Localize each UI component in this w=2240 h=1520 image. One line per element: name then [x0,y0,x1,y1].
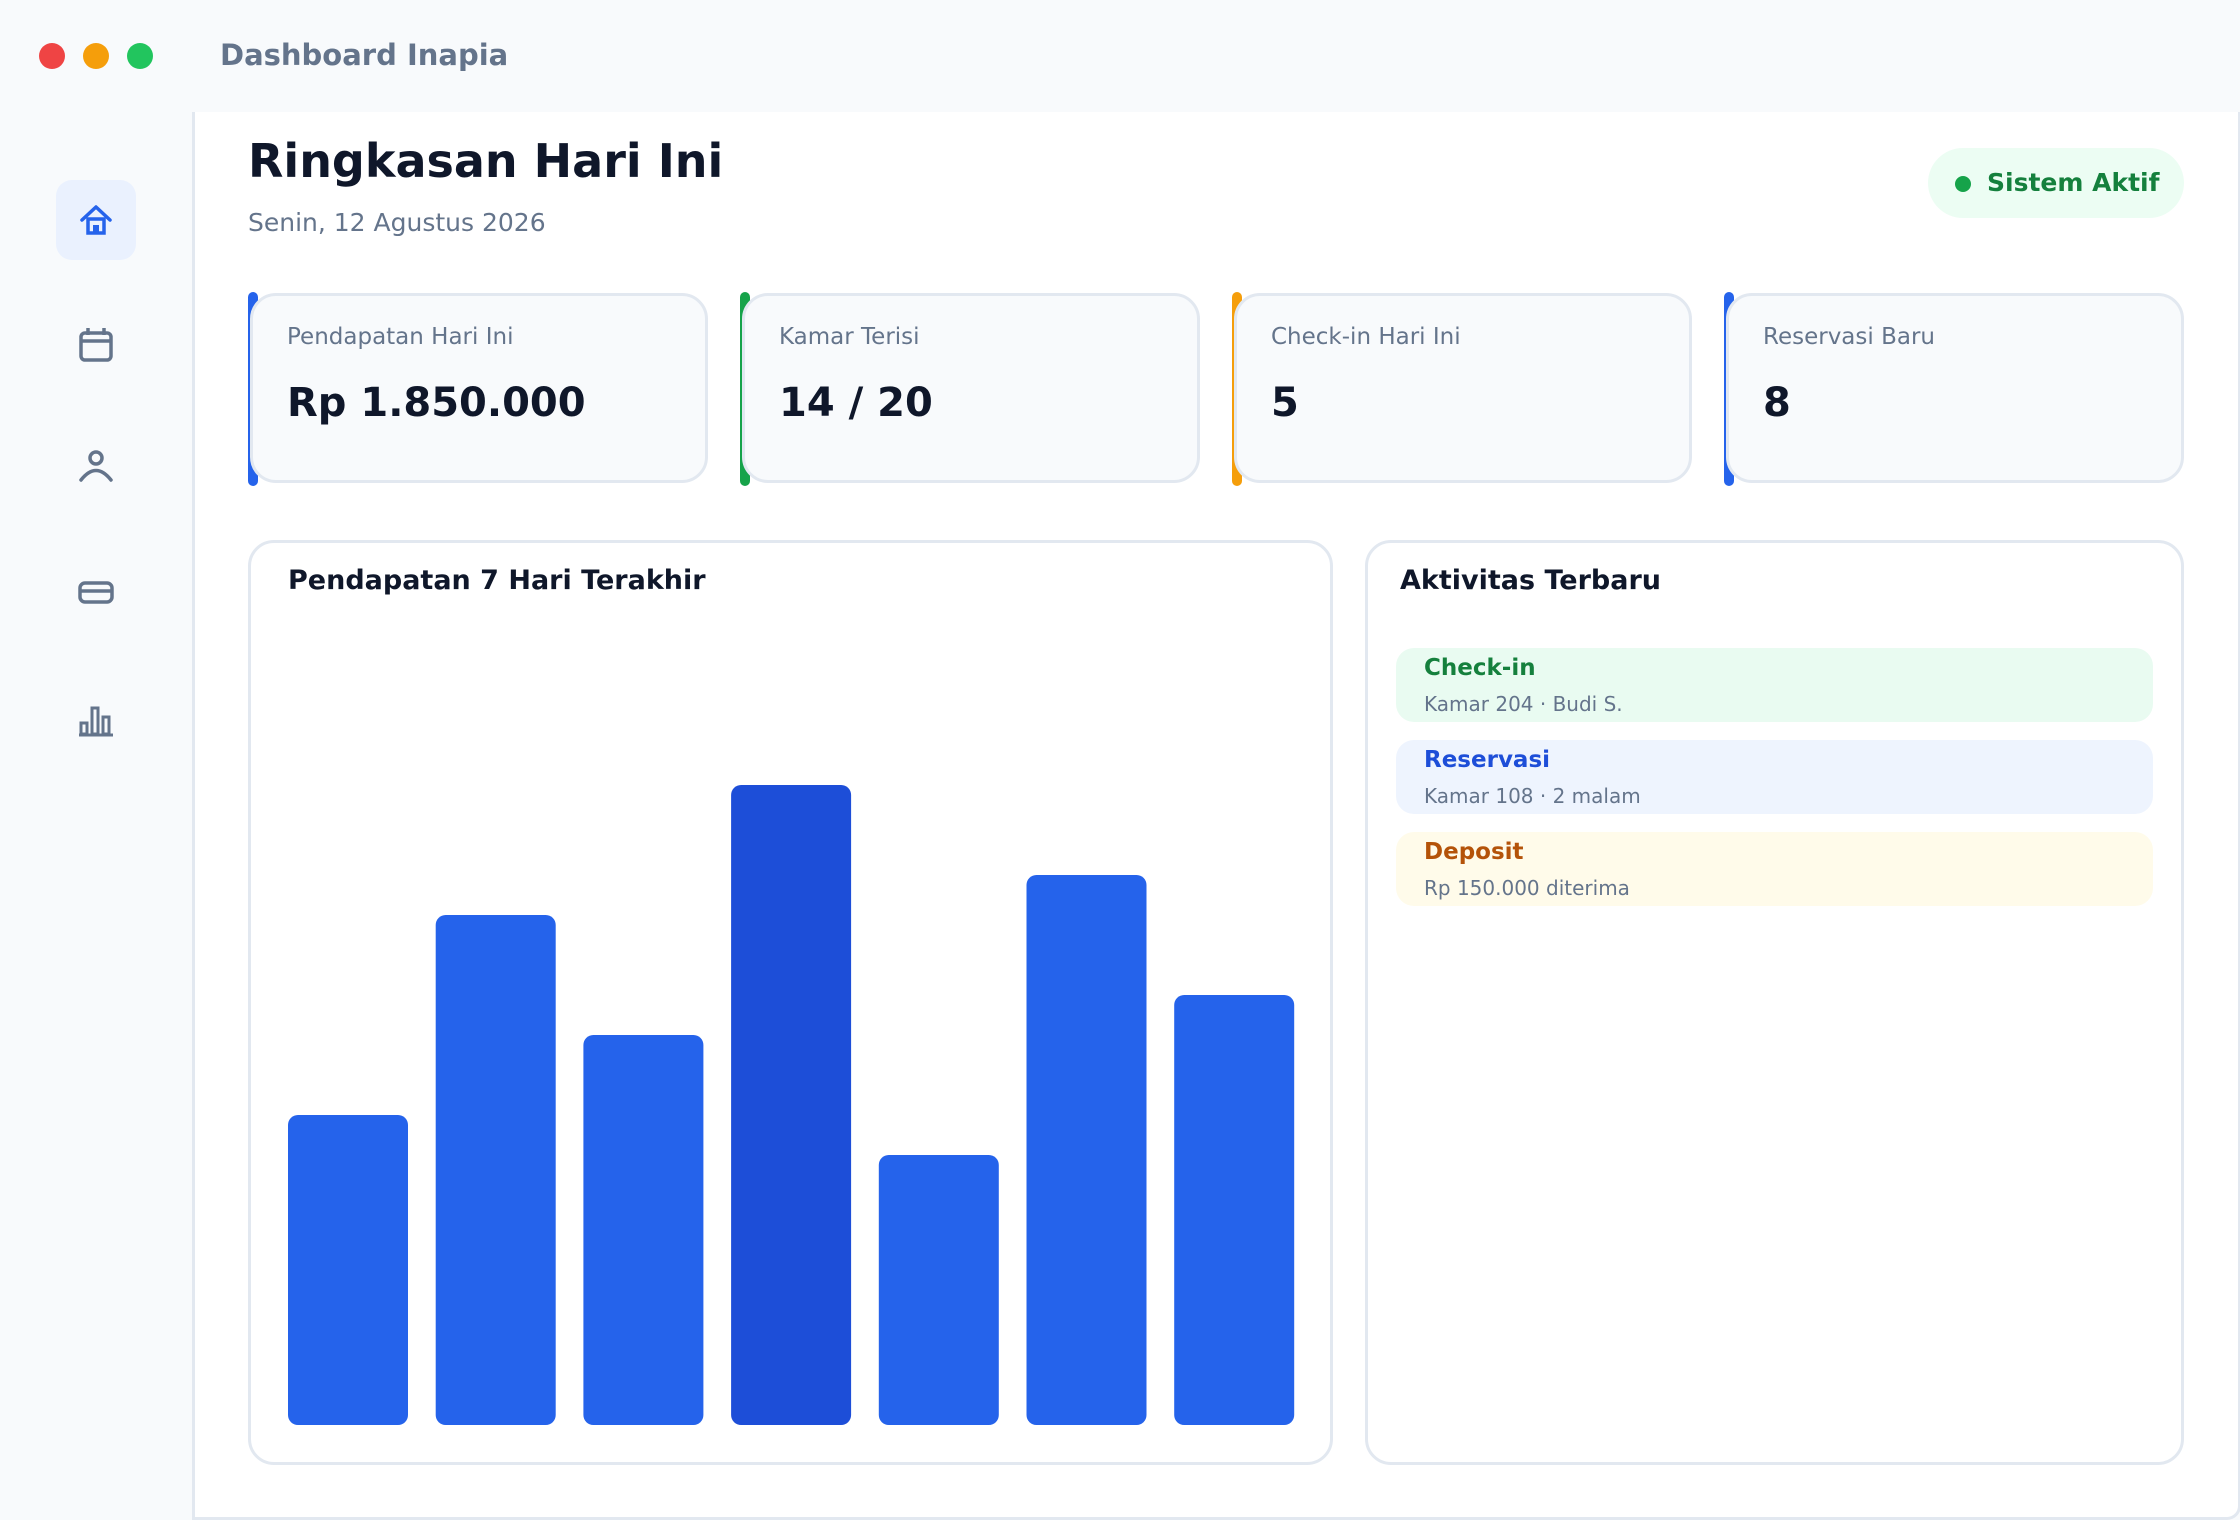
activity-title: Deposit [1424,839,1524,865]
stat-label: Check-in Hari Ini [1271,324,1461,350]
activity-subtitle: Kamar 108 · 2 malam [1424,784,1641,808]
credit-card-icon [78,581,114,604]
chart-bar-2[interactable] [435,915,556,1425]
activity-title: Reservasi [1424,747,1551,773]
stat-value: Rp 1.850.000 [287,380,586,426]
title-bar: Dashboard Inapia [0,0,2240,112]
activity-subtitle: Kamar 204 · Budi S. [1424,692,1623,716]
page-date: Senin, 12 Agustus 2026 [248,208,546,237]
revenue-bar-chart [288,785,1295,1425]
sidebar-item-guests[interactable] [56,425,136,505]
activity-item-deposit[interactable]: Deposit Rp 150.000 diterima [1396,832,2153,906]
stat-label: Kamar Terisi [779,324,920,350]
chart-bar-1[interactable] [288,1115,408,1425]
stat-value: 14 / 20 [779,380,933,426]
stat-card-revenue[interactable]: Pendapatan Hari Ini Rp 1.850.000 [250,293,708,483]
home-icon [80,205,112,235]
status-dot-icon [1955,176,1971,192]
sidebar-item-calendar[interactable] [56,305,136,385]
stat-value: 8 [1763,380,1791,426]
calendar-icon [79,328,113,362]
user-icon [79,450,113,482]
chart-bar-5[interactable] [878,1155,999,1425]
activity-panel-title: Aktivitas Terbaru [1400,565,1662,596]
window-minimize-button[interactable] [83,43,109,69]
stat-card-checkin[interactable]: Check-in Hari Ini 5 [1234,293,1692,483]
status-label: Sistem Aktif [1987,168,2160,197]
chart-title: Pendapatan 7 Hari Terakhir [288,565,706,596]
stat-label: Pendapatan Hari Ini [287,324,514,350]
stat-card-reservations[interactable]: Reservasi Baru 8 [1726,293,2184,483]
activity-subtitle: Rp 150.000 diterima [1424,876,1630,900]
activity-item-reservation[interactable]: Reservasi Kamar 108 · 2 malam [1396,740,2153,814]
stat-card-occupancy[interactable]: Kamar Terisi 14 / 20 [742,293,1200,483]
sidebar [0,112,195,1520]
status-badge: Sistem Aktif [1928,148,2184,218]
sidebar-item-reports[interactable] [56,680,136,760]
activity-title: Check-in [1424,655,1536,681]
stat-label: Reservasi Baru [1763,324,1935,350]
window-close-button[interactable] [39,43,65,69]
stat-value: 5 [1271,380,1299,426]
chart-bar-6[interactable] [1026,875,1147,1425]
chart-bar-3[interactable] [583,1035,704,1425]
app-title: Dashboard Inapia [220,38,509,72]
page-title: Ringkasan Hari Ini [248,134,724,188]
chart-bar-7[interactable] [1174,995,1295,1425]
activity-item-checkin[interactable]: Check-in Kamar 204 · Budi S. [1396,648,2153,722]
bar-chart-icon [79,706,113,737]
chart-bar-4[interactable] [731,785,852,1425]
sidebar-item-home[interactable] [56,180,136,260]
window-maximize-button[interactable] [127,43,153,69]
sidebar-item-payments[interactable] [56,552,136,632]
